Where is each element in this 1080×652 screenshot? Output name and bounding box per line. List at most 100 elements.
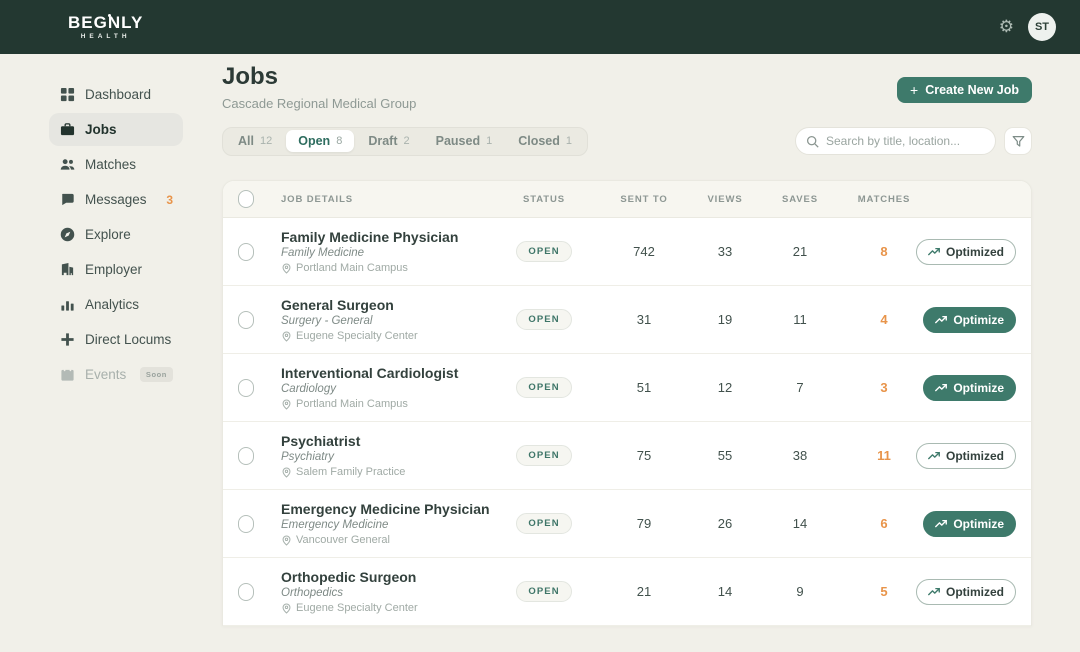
status-badge: Open xyxy=(516,581,571,602)
job-rows: Family Medicine Physician Family Medicin… xyxy=(223,218,1031,626)
settings-gear-icon[interactable]: ⚙ xyxy=(999,19,1014,36)
matches-value: 4 xyxy=(851,312,917,327)
views-value: 19 xyxy=(701,312,749,327)
trending-up-icon xyxy=(935,314,947,326)
optimize-button[interactable]: Optimized xyxy=(916,239,1016,265)
brand-name: BEGNLY xyxy=(68,14,143,31)
sidebar-item-label: Messages xyxy=(85,192,147,207)
sidebar-item-label: Matches xyxy=(85,157,136,172)
table-row: Family Medicine Physician Family Medicin… xyxy=(223,218,1031,286)
sidebar-item-explore[interactable]: Explore xyxy=(49,218,183,251)
optimize-button[interactable]: Optimized xyxy=(916,443,1016,469)
sent-to-value: 31 xyxy=(587,312,701,327)
job-location: Portland Main Campus xyxy=(281,398,408,410)
job-specialty: Family Medicine xyxy=(281,247,364,259)
building-icon xyxy=(59,262,75,278)
compass-icon xyxy=(59,227,75,243)
job-location: Salem Family Practice xyxy=(281,466,405,478)
funnel-icon xyxy=(1012,135,1025,148)
sidebar-item-analytics[interactable]: Analytics xyxy=(49,288,183,321)
map-pin-icon xyxy=(281,331,292,342)
sidebar-item-matches[interactable]: Matches xyxy=(49,148,183,181)
user-avatar[interactable]: ST xyxy=(1028,13,1056,41)
job-title[interactable]: Emergency Medicine Physician xyxy=(281,501,490,517)
job-location: Portland Main Campus xyxy=(281,262,408,274)
tab-draft[interactable]: Draft2 xyxy=(356,130,421,152)
column-views: Views xyxy=(701,194,749,205)
job-specialty: Cardiology xyxy=(281,383,336,395)
status-badge: Open xyxy=(516,309,571,330)
sidebar-item-jobs[interactable]: Jobs xyxy=(49,113,183,146)
trending-up-icon xyxy=(928,450,940,462)
table-row: General Surgeon Surgery - General Eugene… xyxy=(223,286,1031,354)
table-row: Orthopedic Surgeon Orthopedics Eugene Sp… xyxy=(223,558,1031,626)
jobs-toolbar: All12 Open8 Draft2 Paused1 Closed1 xyxy=(222,127,1032,155)
row-checkbox[interactable] xyxy=(238,515,254,533)
select-all-checkbox[interactable] xyxy=(238,190,254,208)
column-job-details: Job Details xyxy=(269,194,501,205)
messages-count-badge: 3 xyxy=(166,193,173,207)
tab-all[interactable]: All12 xyxy=(226,130,284,152)
trending-up-icon xyxy=(928,246,940,258)
matches-value: 5 xyxy=(851,584,917,599)
sidebar-item-label: Events xyxy=(85,367,126,382)
top-bar: BEGNLY HEALTH ⚙ ST xyxy=(0,0,1080,54)
plus-icon xyxy=(59,332,75,348)
views-value: 14 xyxy=(701,584,749,599)
briefcase-icon xyxy=(59,122,75,138)
saves-value: 38 xyxy=(749,448,851,463)
optimize-button[interactable]: Optimize xyxy=(923,375,1016,401)
job-location: Eugene Specialty Center xyxy=(281,330,418,342)
search-input[interactable] xyxy=(826,134,985,148)
sidebar-item-messages[interactable]: Messages 3 xyxy=(49,183,183,216)
sidebar-item-dashboard[interactable]: Dashboard xyxy=(49,78,183,111)
optimize-button[interactable]: Optimize xyxy=(923,511,1016,537)
tab-open[interactable]: Open8 xyxy=(286,130,354,152)
sent-to-value: 21 xyxy=(587,584,701,599)
job-title[interactable]: Psychiatrist xyxy=(281,433,360,449)
sidebar-item-label: Explore xyxy=(85,227,131,242)
row-checkbox[interactable] xyxy=(238,379,254,397)
sidebar-item-direct-locums[interactable]: Direct Locums xyxy=(49,323,183,356)
job-title[interactable]: Family Medicine Physician xyxy=(281,229,458,245)
job-specialty: Emergency Medicine xyxy=(281,519,388,531)
table-row: Interventional Cardiologist Cardiology P… xyxy=(223,354,1031,422)
main-content: Jobs Cascade Regional Medical Group + Cr… xyxy=(222,54,1032,652)
tab-paused[interactable]: Paused1 xyxy=(424,130,505,152)
sidebar-item-employer[interactable]: Employer xyxy=(49,253,183,286)
row-checkbox[interactable] xyxy=(238,311,254,329)
table-row: Emergency Medicine Physician Emergency M… xyxy=(223,490,1031,558)
calendar-icon xyxy=(59,367,75,383)
map-pin-icon xyxy=(281,263,292,274)
jobs-table: Job Details Status Sent To Views Saves M… xyxy=(222,180,1032,626)
bar-chart-icon xyxy=(59,297,75,313)
views-value: 12 xyxy=(701,380,749,395)
optimize-button[interactable]: Optimize xyxy=(923,307,1016,333)
job-specialty: Orthopedics xyxy=(281,587,343,599)
search-input-wrapper xyxy=(795,127,996,155)
job-title[interactable]: General Surgeon xyxy=(281,297,394,313)
row-checkbox[interactable] xyxy=(238,243,254,261)
status-filter-tabs: All12 Open8 Draft2 Paused1 Closed1 xyxy=(222,127,588,156)
matches-value: 3 xyxy=(851,380,917,395)
trending-up-icon xyxy=(928,586,940,598)
sidebar-item-events[interactable]: Events Soon xyxy=(49,358,183,391)
row-checkbox[interactable] xyxy=(238,447,254,465)
create-new-job-button[interactable]: + Create New Job xyxy=(897,77,1032,103)
job-title[interactable]: Interventional Cardiologist xyxy=(281,365,458,381)
job-location: Vancouver General xyxy=(281,534,390,546)
sidebar-item-label: Direct Locums xyxy=(85,332,171,347)
filter-button[interactable] xyxy=(1004,127,1032,155)
column-saves: Saves xyxy=(749,194,851,205)
row-checkbox[interactable] xyxy=(238,583,254,601)
status-badge: Open xyxy=(516,445,571,466)
status-badge: Open xyxy=(516,377,571,398)
job-title[interactable]: Orthopedic Surgeon xyxy=(281,569,416,585)
sidebar-item-label: Employer xyxy=(85,262,142,277)
matches-value: 8 xyxy=(851,244,917,259)
tab-closed[interactable]: Closed1 xyxy=(506,130,584,152)
sidebar-item-label: Jobs xyxy=(85,122,117,137)
optimize-button[interactable]: Optimized xyxy=(916,579,1016,605)
map-pin-icon xyxy=(281,603,292,614)
map-pin-icon xyxy=(281,535,292,546)
